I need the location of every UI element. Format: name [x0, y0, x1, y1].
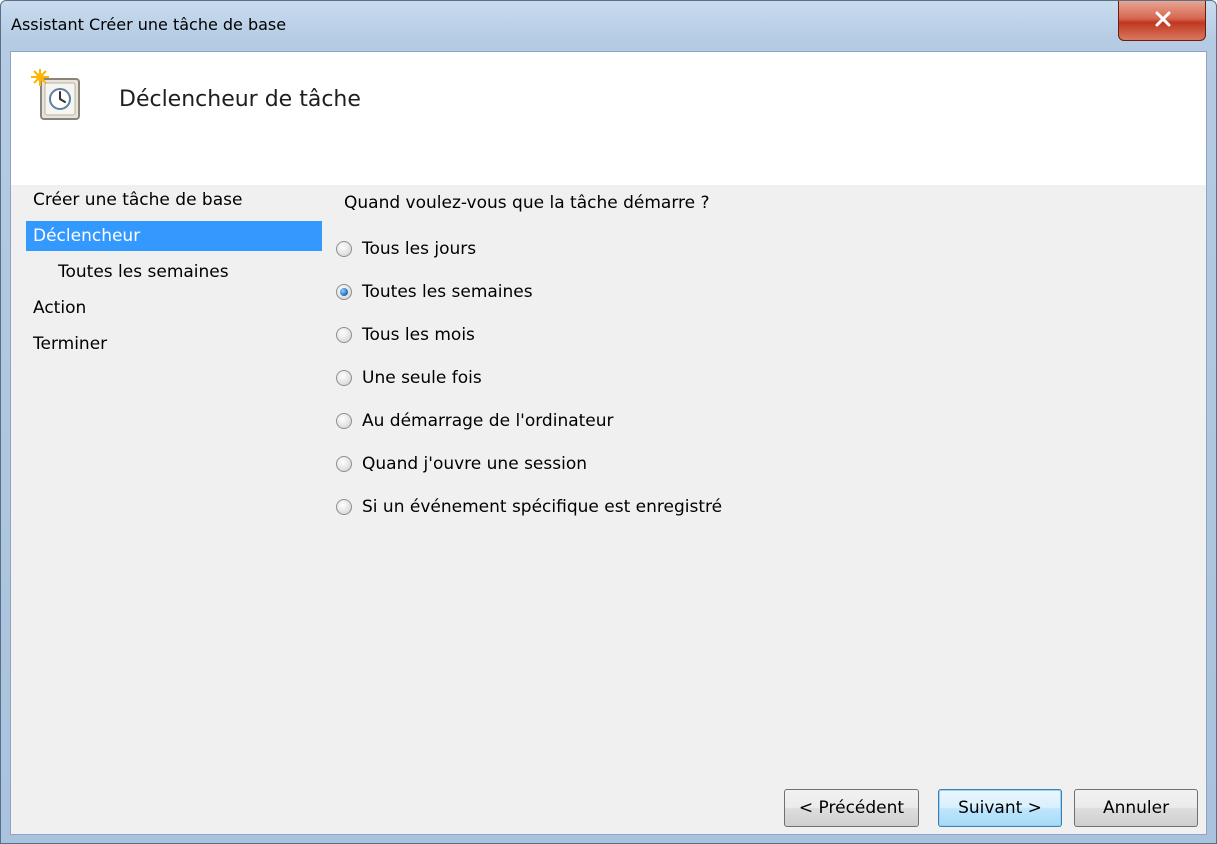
option-on-event[interactable]: Si un événement spécifique est enregistr…	[336, 492, 722, 522]
step-trigger[interactable]: Déclencheur	[26, 221, 322, 251]
option-label: Si un événement spécifique est enregistr…	[362, 497, 723, 517]
option-daily[interactable]: Tous les jours	[336, 234, 476, 264]
option-weekly[interactable]: Toutes les semaines	[336, 277, 533, 307]
radio-button[interactable]	[336, 456, 352, 472]
option-label: Tous les jours	[362, 239, 477, 259]
radio-button[interactable]	[336, 499, 352, 515]
wizard-steps: Créer une tâche de base Déclencheur Tout…	[11, 185, 331, 834]
next-button[interactable]: Suivant >	[938, 789, 1062, 827]
option-at-logon[interactable]: Quand j'ouvre une session	[336, 449, 587, 479]
step-create-basic-task[interactable]: Créer une tâche de base	[26, 185, 322, 215]
step-finish[interactable]: Terminer	[26, 329, 322, 359]
wizard-client: Déclencheur de tâche Créer une tâche de …	[10, 51, 1207, 835]
option-at-startup[interactable]: Au démarrage de l'ordinateur	[336, 406, 614, 436]
task-clock-icon	[31, 69, 80, 120]
page-title: Déclencheur de tâche	[119, 87, 361, 112]
window-title: Assistant Créer une tâche de base	[11, 15, 287, 34]
trigger-question: Quand voulez-vous que la tâche démarre ?	[344, 193, 710, 213]
radio-button[interactable]	[336, 327, 352, 343]
option-label: Une seule fois	[362, 368, 482, 388]
option-once[interactable]: Une seule fois	[336, 363, 482, 393]
wizard-window: Assistant Créer une tâche de base Déclen…	[0, 0, 1217, 844]
close-button[interactable]	[1118, 1, 1206, 41]
wizard-header: Déclencheur de tâche	[11, 52, 1206, 185]
title-bar[interactable]: Assistant Créer une tâche de base	[1, 1, 1216, 51]
radio-button[interactable]	[336, 370, 352, 386]
radio-button-checked[interactable]	[336, 284, 352, 300]
option-label: Tous les mois	[362, 325, 475, 345]
option-monthly[interactable]: Tous les mois	[336, 320, 475, 350]
option-label: Au démarrage de l'ordinateur	[362, 411, 614, 431]
step-action[interactable]: Action	[26, 293, 322, 323]
option-label: Quand j'ouvre une session	[362, 454, 587, 474]
radio-button[interactable]	[336, 413, 352, 429]
close-icon	[1155, 11, 1171, 27]
radio-button[interactable]	[336, 241, 352, 257]
previous-button[interactable]: < Précédent	[784, 789, 919, 827]
cancel-button[interactable]: Annuler	[1074, 789, 1198, 827]
step-weekly[interactable]: Toutes les semaines	[51, 257, 321, 287]
option-label: Toutes les semaines	[362, 282, 533, 302]
